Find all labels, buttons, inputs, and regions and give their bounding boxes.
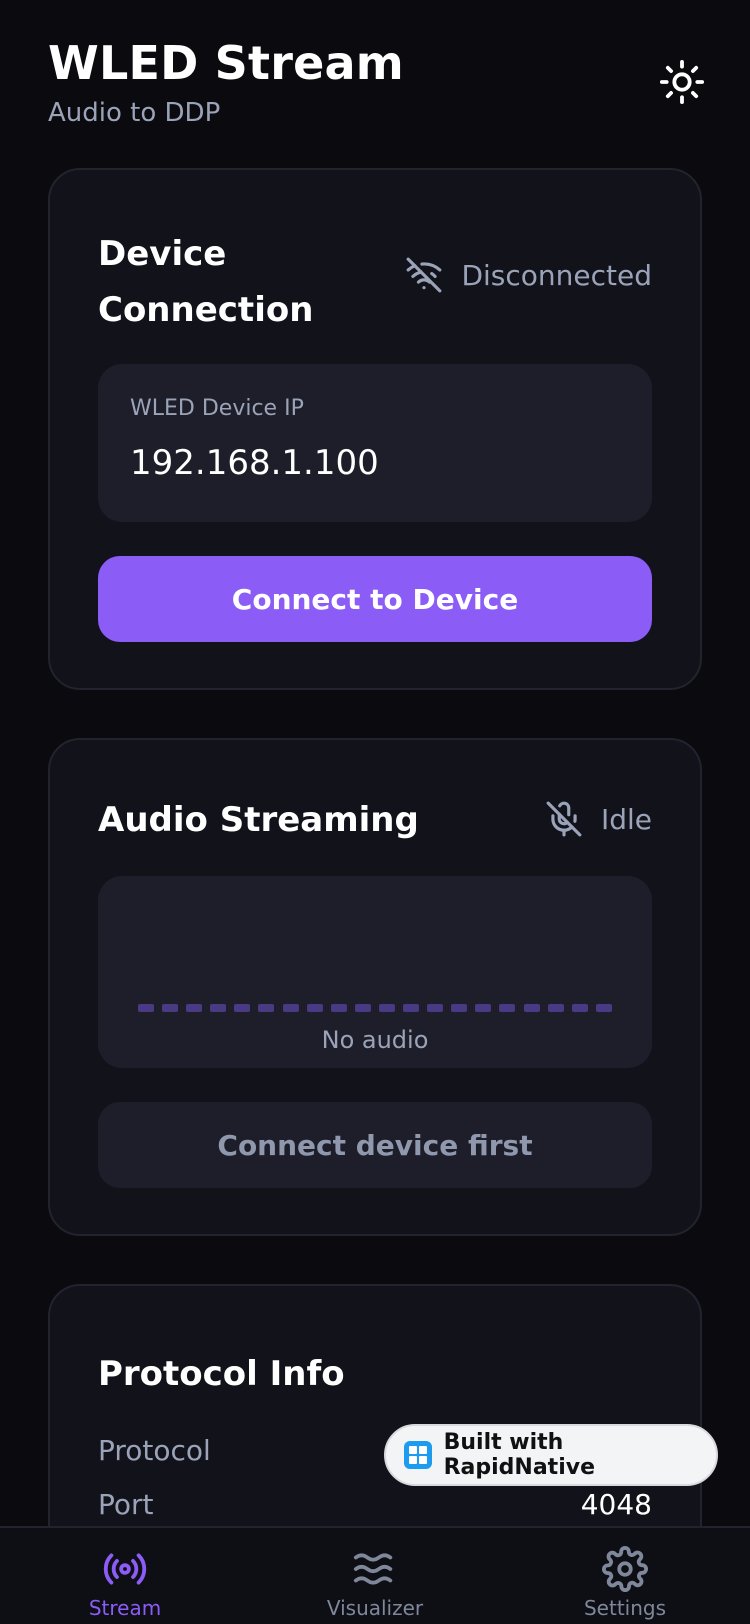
audio-bar [162, 1004, 179, 1012]
rapidnative-logo-icon [404, 1441, 432, 1469]
start-stream-button[interactable]: Connect device first [98, 1102, 652, 1188]
broadcast-icon [103, 1553, 147, 1585]
port-label: Port [98, 1488, 154, 1521]
connect-device-button[interactable]: Connect to Device [98, 556, 652, 642]
audio-visualizer-preview: No audio [98, 876, 652, 1068]
device-ip-field[interactable]: WLED Device IP 192.168.1.100 [98, 364, 652, 522]
audio-bar [523, 1004, 540, 1012]
device-ip-input[interactable]: 192.168.1.100 [130, 443, 620, 483]
audio-bar [282, 1004, 299, 1012]
built-with-label: Built with RapidNative [443, 1430, 595, 1480]
sun-icon [659, 59, 705, 105]
tab-visualizer[interactable]: Visualizer [295, 1528, 455, 1624]
tab-settings-label: Settings [583, 1596, 667, 1620]
audio-bar [475, 1004, 492, 1012]
tab-settings[interactable]: Settings [545, 1528, 705, 1624]
connection-status-text: Disconnected [461, 258, 652, 292]
audio-bar [210, 1004, 227, 1012]
audio-bar [451, 1004, 468, 1012]
audio-status-text: Idle [600, 802, 652, 836]
gear-icon [602, 1546, 648, 1592]
audio-level-bars [138, 1004, 612, 1014]
header: WLED Stream Audio to DDP [48, 36, 708, 128]
audio-bar [354, 1004, 371, 1012]
device-connection-title: Device Connection [98, 234, 314, 330]
device-connection-card: Device Connection Disconnected WLED Devi… [48, 168, 702, 690]
audio-bar [427, 1004, 444, 1012]
audio-bar [378, 1004, 395, 1012]
audio-bar [571, 1004, 588, 1012]
connection-status: Disconnected [405, 256, 652, 294]
bottom-tab-bar: Stream Visualizer Settings [0, 1526, 750, 1624]
port-row: Port 4048 [98, 1488, 652, 1521]
theme-toggle-button[interactable] [656, 56, 708, 108]
tab-visualizer-label: Visualizer [326, 1596, 424, 1620]
audio-bar [547, 1004, 564, 1012]
audio-streaming-card: Audio Streaming Idle No audio Connect de… [48, 738, 702, 1236]
audio-bar [330, 1004, 347, 1012]
audio-streaming-title: Audio Streaming [98, 800, 419, 840]
app-screen: WLED Stream Audio to DDP Device Connecti… [0, 0, 750, 1624]
waves-icon [353, 1553, 393, 1585]
audio-bar [499, 1004, 516, 1012]
tab-stream-label: Stream [88, 1596, 162, 1620]
audio-bar [186, 1004, 203, 1012]
protocol-info-title: Protocol Info [98, 1354, 345, 1394]
tab-stream[interactable]: Stream [45, 1528, 205, 1624]
no-audio-text: No audio [321, 1026, 429, 1054]
wifi-off-icon [407, 257, 442, 293]
device-ip-label: WLED Device IP [130, 396, 304, 421]
protocol-label: Protocol [98, 1434, 211, 1467]
audio-bar [595, 1004, 612, 1012]
mic-off-icon [546, 801, 582, 837]
audio-bar [138, 1004, 154, 1012]
app-title: WLED Stream [48, 36, 404, 90]
audio-bar [258, 1004, 275, 1012]
audio-bar [234, 1004, 251, 1012]
built-with-badge[interactable]: Built with RapidNative [384, 1424, 718, 1486]
audio-bar [306, 1004, 323, 1012]
port-value: 4048 [580, 1488, 652, 1521]
audio-status: Idle [545, 800, 652, 838]
app-subtitle: Audio to DDP [48, 98, 221, 128]
audio-bar [403, 1004, 420, 1012]
